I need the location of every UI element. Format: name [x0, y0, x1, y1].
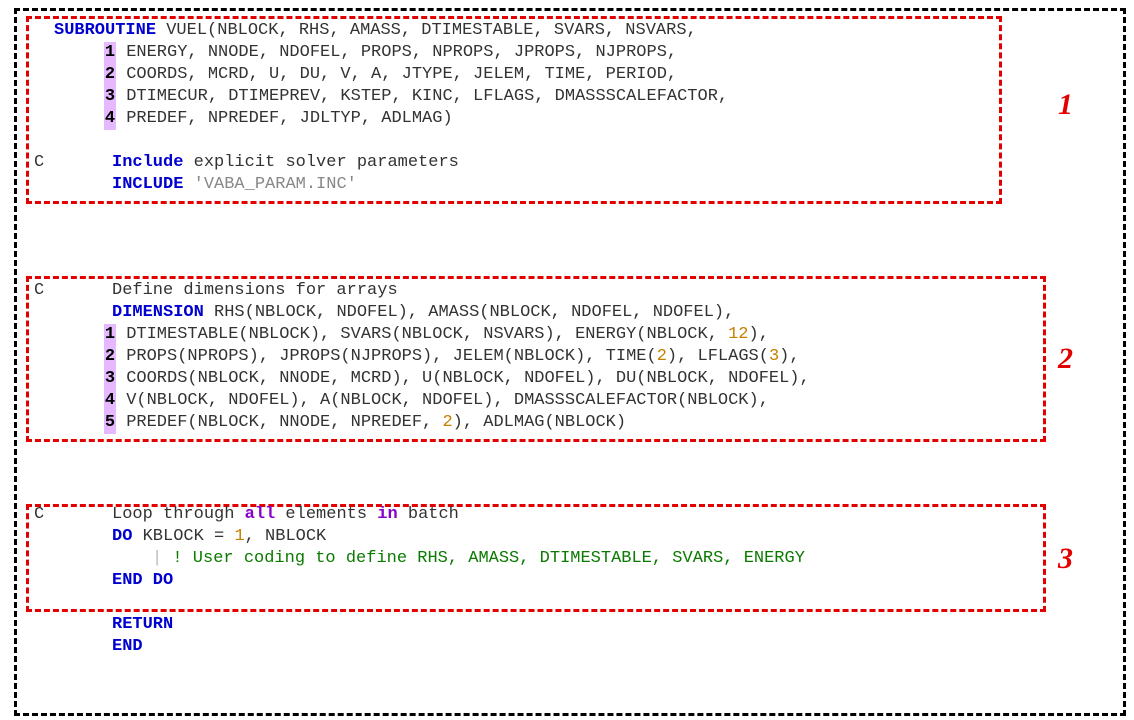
keyword-do: DO [112, 527, 132, 546]
comment-text: ! User coding to define RHS, AMASS, DTIM… [162, 549, 805, 568]
code-text: Loop through [112, 505, 245, 524]
continuation-num: 1 [104, 42, 116, 64]
comment-c: C [34, 280, 54, 302]
code-line: RETURN [34, 614, 1034, 636]
code-text: COORDS, MCRD, U, DU, V, A, JTYPE, JELEM,… [116, 65, 677, 84]
code-line: 4 V(NBLOCK, NDOFEL), A(NBLOCK, NDOFEL), … [34, 390, 1034, 412]
code-text: VUEL(NBLOCK, RHS, AMASS, DTIMESTABLE, SV… [156, 21, 697, 40]
keyword-include: Include [112, 153, 183, 172]
code-text: KBLOCK [132, 527, 214, 546]
code-text: , NBLOCK [245, 527, 327, 546]
code-text: ), LFLAGS( [667, 347, 769, 366]
code-text: COORDS(NBLOCK, NNODE, MCRD), U(NBLOCK, N… [116, 369, 810, 388]
keyword-end: END [112, 637, 143, 656]
continuation-num: 3 [104, 368, 116, 390]
keyword-return: RETURN [112, 615, 173, 634]
equals: = [214, 527, 224, 546]
code-text: ), ADLMAG(NBLOCK) [453, 413, 626, 432]
section-label-2: 2 [1058, 342, 1073, 376]
code-text: PREDEF(NBLOCK, NNODE, NPREDEF, [116, 413, 442, 432]
code-line: 4 PREDEF, NPREDEF, JDLTYP, ADLMAG) [34, 108, 1034, 130]
comment-c: C [34, 504, 54, 526]
continuation-num: 1 [104, 324, 116, 346]
code-text: ), [749, 325, 769, 344]
keyword-dimension: DIMENSION [112, 303, 204, 322]
keyword-subroutine: SUBROUTINE [54, 21, 156, 40]
code-text: Define dimensions for arrays [112, 281, 398, 300]
code-line: 3 COORDS(NBLOCK, NNODE, MCRD), U(NBLOCK,… [34, 368, 1034, 390]
code-text: V(NBLOCK, NDOFEL), A(NBLOCK, NDOFEL), DM… [116, 391, 769, 410]
number-literal: 2 [657, 347, 667, 366]
number-literal: 3 [769, 347, 779, 366]
keyword-all: all [245, 505, 276, 524]
code-line: C Loop through all elements in batch [34, 504, 1034, 526]
code-text: DTIMESTABLE(NBLOCK), SVARS(NBLOCK, NSVAR… [116, 325, 728, 344]
code-text: batch [398, 505, 459, 524]
code-line: 5 PREDEF(NBLOCK, NNODE, NPREDEF, 2), ADL… [34, 412, 1034, 434]
code-line: END [34, 636, 1034, 658]
continuation-num: 4 [104, 390, 116, 412]
code-line: DO KBLOCK = 1, NBLOCK [34, 526, 1034, 548]
code-line: INCLUDE 'VABA_PARAM.INC' [34, 174, 1034, 196]
code-line: END DO [34, 570, 1034, 592]
number-literal: 12 [728, 325, 748, 344]
code-line: C Include explicit solver parameters [34, 152, 1034, 174]
number-literal: 2 [442, 413, 452, 432]
code-text: RHS(NBLOCK, NDOFEL), AMASS(NBLOCK, NDOFE… [204, 303, 735, 322]
section-label-1: 1 [1058, 88, 1073, 122]
continuation-num: 5 [104, 412, 116, 434]
code-text: PROPS(NPROPS), JPROPS(NJPROPS), JELEM(NB… [116, 347, 657, 366]
code-text: ENERGY, NNODE, NDOFEL, PROPS, NPROPS, JP… [116, 43, 677, 62]
indent-bar: | [152, 549, 162, 568]
code-text: ), [779, 347, 799, 366]
keyword-in: in [377, 505, 397, 524]
code-line: 2 PROPS(NPROPS), JPROPS(NJPROPS), JELEM(… [34, 346, 1034, 368]
continuation-num: 2 [104, 64, 116, 86]
code-line: 1 ENERGY, NNODE, NDOFEL, PROPS, NPROPS, … [34, 42, 1034, 64]
code-line: | ! User coding to define RHS, AMASS, DT… [34, 548, 1034, 570]
comment-c: C [34, 152, 54, 174]
code-line: C Define dimensions for arrays [34, 280, 1034, 302]
string-literal: 'VABA_PARAM.INC' [183, 175, 356, 194]
code-text: PREDEF, NPREDEF, JDLTYP, ADLMAG) [116, 109, 453, 128]
code-listing: SUBROUTINE VUEL(NBLOCK, RHS, AMASS, DTIM… [34, 20, 1034, 658]
code-text: DTIMECUR, DTIMEPREV, KSTEP, KINC, LFLAGS… [116, 87, 728, 106]
keyword-include: INCLUDE [112, 175, 183, 194]
continuation-num: 3 [104, 86, 116, 108]
blank-line [34, 130, 1034, 152]
code-line: 3 DTIMECUR, DTIMEPREV, KSTEP, KINC, LFLA… [34, 86, 1034, 108]
number-literal: 1 [234, 527, 244, 546]
keyword-enddo: END DO [112, 571, 173, 590]
section-label-3: 3 [1058, 542, 1073, 576]
continuation-num: 4 [104, 108, 116, 130]
code-line: 2 COORDS, MCRD, U, DU, V, A, JTYPE, JELE… [34, 64, 1034, 86]
code-text: explicit solver parameters [183, 153, 458, 172]
continuation-num: 2 [104, 346, 116, 368]
code-text: elements [275, 505, 377, 524]
code-line: SUBROUTINE VUEL(NBLOCK, RHS, AMASS, DTIM… [34, 20, 1034, 42]
code-line: 1 DTIMESTABLE(NBLOCK), SVARS(NBLOCK, NSV… [34, 324, 1034, 346]
code-line: DIMENSION RHS(NBLOCK, NDOFEL), AMASS(NBL… [34, 302, 1034, 324]
